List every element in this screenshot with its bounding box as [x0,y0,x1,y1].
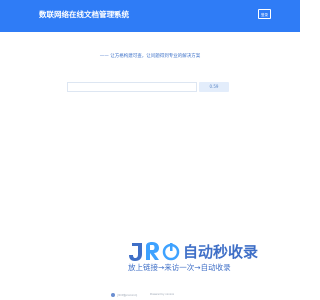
brand-subtitle: 放上链接→来访一次→自动收录 [128,263,231,272]
brand-logo: 自动秒收录 放上链接→来访一次→自动收录 [128,240,278,276]
footer-text: 沪ICP备xxxxxx号 [117,294,138,297]
search-input[interactable] [67,82,197,92]
top-header: 数联网络在线文档管理系统 首页 登录 [0,0,300,32]
brand-title: 自动秒收录 [183,243,259,261]
search-button[interactable]: 0.59 [199,82,229,92]
nav-home-link[interactable]: 首页 [113,11,120,16]
login-button[interactable]: 登录 [258,9,271,19]
tagline-text: —— 让方格构建可查，让问题得到专业的解决方案 [99,54,201,59]
footer-powered-link[interactable]: Powered by xxxxxx [150,293,174,296]
brand-logo-icon [129,242,180,261]
footer-badge-icon [111,293,115,297]
